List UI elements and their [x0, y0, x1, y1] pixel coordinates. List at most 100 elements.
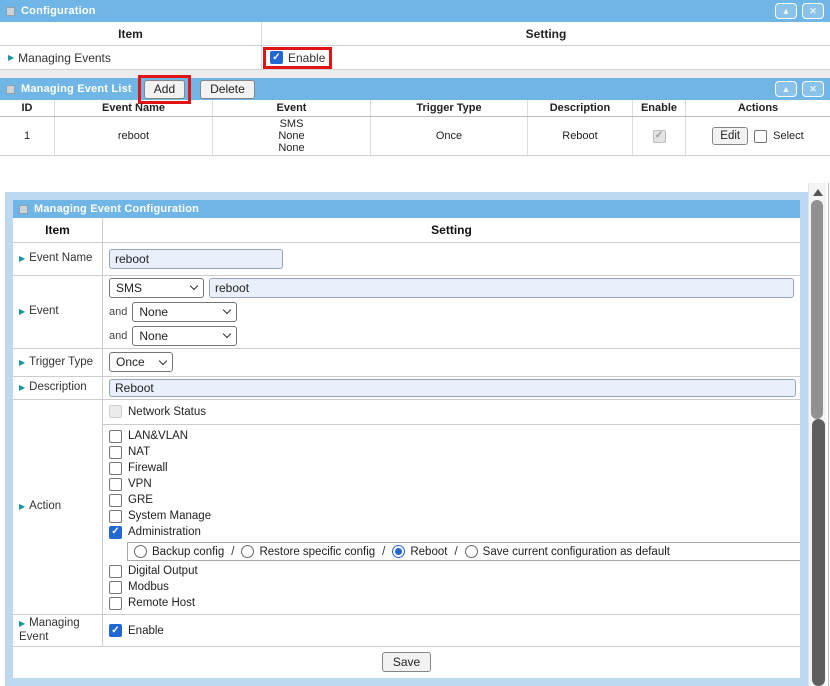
event-line-and-1: and None [109, 302, 794, 322]
column-header-setting: Setting [262, 22, 830, 45]
system-manage-checkbox[interactable] [109, 510, 122, 523]
reboot-radio[interactable] [392, 545, 405, 558]
save-button[interactable]: Save [382, 652, 431, 672]
managing-events-setting-cell: Enable [262, 46, 830, 69]
action-option: Administration [103, 524, 800, 540]
reboot-label: Reboot [410, 546, 447, 558]
managing-event-row: ▶Managing Event Enable [13, 615, 800, 647]
managing-event-configuration-frame: Managing Event Configuration Item Settin… [5, 192, 808, 686]
panel-square-icon [19, 205, 28, 214]
edit-button[interactable]: Edit [712, 127, 748, 145]
managing-event-setting-cell: Enable [103, 615, 800, 646]
trigger-type-selected: Once [116, 355, 145, 369]
event-and1-select[interactable]: None [132, 302, 237, 322]
event-name-input[interactable] [109, 249, 283, 269]
trigger-type-row: ▶Trigger Type Once [13, 349, 800, 377]
action-label-cell: ▶Action [13, 400, 103, 614]
panel-title: Configuration [21, 5, 96, 17]
vertical-scrollbar[interactable] [808, 183, 826, 686]
event-type-select[interactable]: SMS [109, 278, 204, 298]
managing-event-list-panel: Managing Event List Add Delete ▲ ✕ ID Ev… [0, 78, 830, 156]
backup-config-radio[interactable] [134, 545, 147, 558]
collapse-button[interactable]: ▲ [775, 81, 797, 97]
radio-option: Save current configuration as default [465, 545, 670, 558]
radio-separator: / [382, 546, 385, 558]
panel-square-icon [6, 7, 15, 16]
trigger-type-select[interactable]: Once [109, 352, 173, 372]
administration-options-box: Backup config / Restore specific config … [127, 542, 800, 561]
event-label: Event [29, 305, 58, 317]
nat-label: NAT [128, 446, 150, 458]
panel-header-buttons: ▲ ✕ [775, 81, 824, 97]
bullet-arrow-icon: ▶ [19, 307, 25, 316]
column-header-enable: Enable [633, 100, 686, 116]
event-label-cell: ▶ Event [13, 276, 103, 348]
remote-host-checkbox[interactable] [109, 597, 122, 610]
collapse-icon: ▲ [782, 84, 791, 94]
description-setting-cell [103, 377, 800, 399]
chevron-down-icon [159, 357, 167, 365]
close-icon: ✕ [809, 6, 817, 17]
event-and2-select[interactable]: None [132, 326, 237, 346]
row-event-cell: SMS None None [213, 117, 371, 155]
action-option: Digital Output [103, 563, 800, 579]
panel-square-icon [6, 85, 15, 94]
action-option: GRE [103, 492, 800, 508]
event-line-1: SMS [280, 118, 304, 130]
event-name-label: Event Name [29, 252, 92, 264]
chevron-down-icon [223, 330, 231, 338]
window-edge-line [828, 183, 829, 686]
bullet-arrow-icon: ▶ [19, 619, 25, 628]
event-line-3: None [278, 142, 304, 154]
restore-specific-config-radio[interactable] [241, 545, 254, 558]
save-default-label: Save current configuration as default [483, 546, 670, 558]
managing-event-configuration-panel: Managing Event Configuration Item Settin… [13, 200, 800, 678]
managing-events-label: Managing Events [18, 51, 111, 65]
managing-event-label-cell: ▶Managing Event [13, 615, 103, 646]
event-config-panel-header: Managing Event Configuration [13, 200, 800, 218]
save-default-radio[interactable] [465, 545, 478, 558]
action-setting-cell: Network Status LAN&VLAN NAT Firewall [103, 400, 800, 614]
collapse-button[interactable]: ▲ [775, 3, 797, 19]
digital-output-checkbox[interactable] [109, 565, 122, 578]
column-header-item: Item [0, 22, 262, 45]
trigger-type-label-cell: ▶Trigger Type [13, 349, 103, 376]
action-option: VPN [103, 476, 800, 492]
column-header-event-name: Event Name [55, 100, 213, 116]
managing-events-enable-checkbox[interactable] [270, 51, 283, 64]
bullet-arrow-icon: ▶ [19, 358, 25, 367]
backup-config-label: Backup config [152, 546, 224, 558]
and-label: and [109, 330, 127, 342]
modbus-checkbox[interactable] [109, 581, 122, 594]
firewall-label: Firewall [128, 462, 168, 474]
radio-option: Reboot [392, 545, 447, 558]
scrollbar-thumb-inner[interactable] [812, 419, 825, 686]
add-button[interactable]: Add [144, 80, 185, 99]
delete-button[interactable]: Delete [200, 80, 255, 99]
config-table-header: Item Setting [0, 22, 830, 46]
vpn-checkbox[interactable] [109, 478, 122, 491]
event-row: ▶ Event SMS and None [13, 276, 800, 349]
event-name-label-cell: ▶Event Name [13, 243, 103, 275]
action-option: Modbus [103, 579, 800, 595]
scroll-up-arrow-icon[interactable] [813, 189, 823, 196]
lan-vlan-checkbox[interactable] [109, 430, 122, 443]
row-enable-checkbox [653, 130, 666, 143]
managing-event-enable-checkbox[interactable] [109, 624, 122, 637]
configuration-panel-header: Configuration ▲ ✕ [0, 0, 830, 22]
firewall-checkbox[interactable] [109, 462, 122, 475]
radio-option: Restore specific config [241, 545, 375, 558]
event-value-input[interactable] [209, 278, 794, 298]
event-line-2: None [278, 130, 304, 142]
nat-checkbox[interactable] [109, 446, 122, 459]
row-enable-cell [633, 117, 686, 155]
close-button[interactable]: ✕ [802, 81, 824, 97]
administration-checkbox[interactable] [109, 526, 122, 539]
gre-checkbox[interactable] [109, 494, 122, 507]
event-line-primary: SMS [109, 278, 794, 298]
description-input[interactable] [109, 379, 796, 397]
scrollbar-thumb-outer[interactable] [811, 200, 823, 419]
bullet-arrow-icon: ▶ [19, 383, 25, 392]
select-checkbox[interactable] [754, 130, 767, 143]
close-button[interactable]: ✕ [802, 3, 824, 19]
